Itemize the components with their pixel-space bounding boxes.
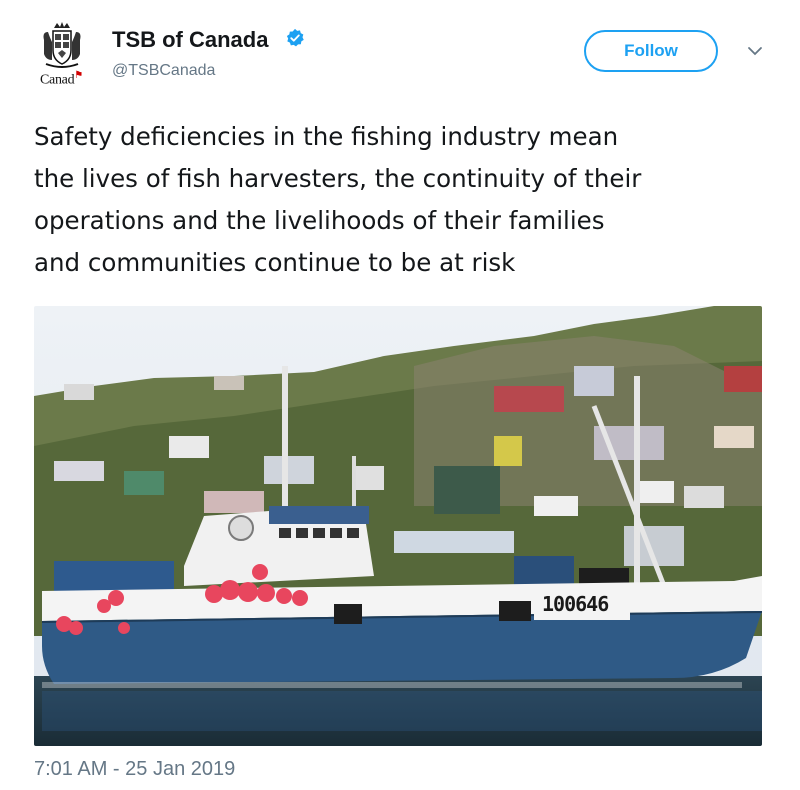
coat-of-arms-icon	[43, 22, 81, 68]
hull-number: 100646	[542, 592, 609, 616]
tweet-text-line: the lives of fish harvesters, the contin…	[34, 164, 642, 193]
tweet-text: Safety deficiencies in the fishing indus…	[34, 116, 774, 284]
follow-button[interactable]: Follow	[584, 30, 718, 72]
tweet-media-photo[interactable]: 100646	[34, 306, 762, 746]
account-avatar[interactable]: Canad⚑	[30, 20, 100, 90]
tweet-text-line: and communities continue to be at risk	[34, 248, 516, 277]
chevron-down-icon[interactable]	[746, 44, 764, 58]
canada-wordmark: Canad⚑	[40, 70, 83, 88]
tweet-timestamp[interactable]: 7:01 AM - 25 Jan 2019	[34, 758, 235, 781]
tweet-text-line: Safety deficiencies in the fishing indus…	[34, 122, 619, 151]
account-handle[interactable]: @TSBCanada	[112, 62, 215, 80]
verified-badge-icon	[286, 28, 304, 47]
account-display-name[interactable]: TSB of Canada	[112, 27, 268, 53]
fishing-vessel-photo	[34, 306, 762, 746]
tweet-header: Canad⚑ TSB of Canada @TSBCanada Follow	[0, 0, 800, 105]
tweet-text-line: operations and the livelihoods of their …	[34, 206, 605, 235]
